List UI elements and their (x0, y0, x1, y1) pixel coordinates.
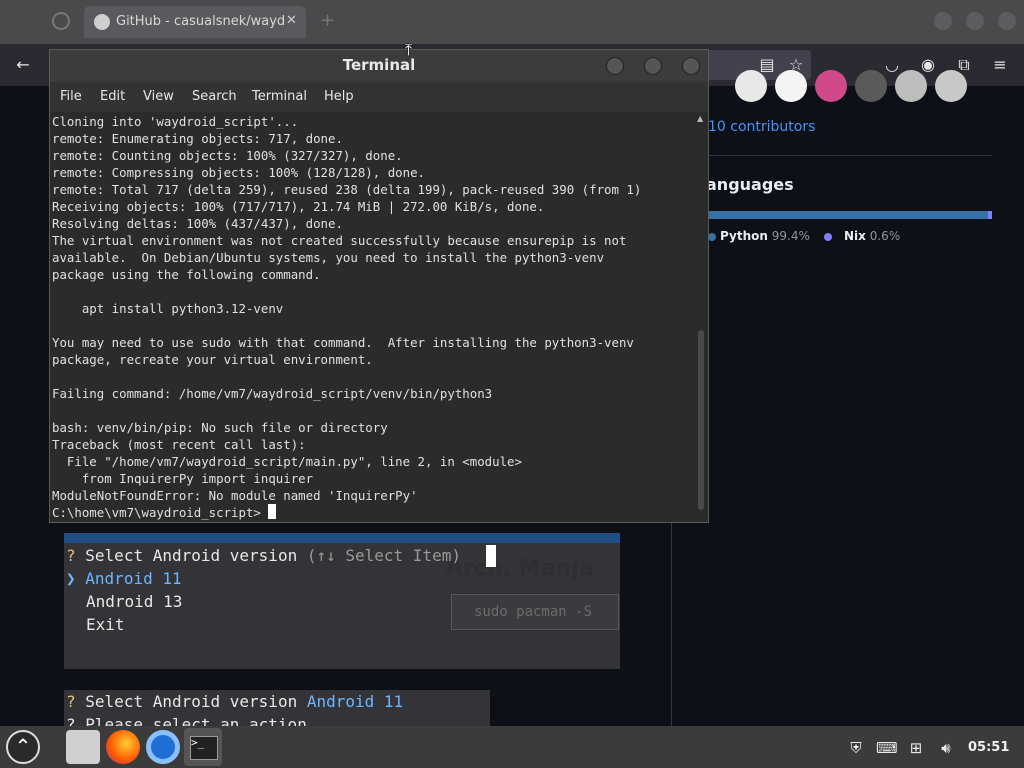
browser-tab-bar: GitHub - casualsnek/waydroid_script ✕ + (0, 0, 1024, 44)
menu-view[interactable]: View (143, 89, 174, 104)
nix-dot-icon (824, 233, 832, 241)
language-bar-python (706, 211, 992, 219)
divider (671, 520, 672, 726)
text-cursor (486, 545, 496, 567)
option-exit[interactable]: Exit (86, 615, 125, 634)
terminal-output-area[interactable]: Cloning into 'waydroid_script'... remote… (50, 112, 694, 522)
mouse-cursor-icon: ⤒ (405, 40, 413, 59)
terminal-close-button[interactable] (682, 57, 700, 75)
terminal-output: Cloning into 'waydroid_script'... remote… (52, 114, 642, 520)
file-manager-icon[interactable] (66, 730, 100, 764)
answered-prompt: ? Select Android version Android 11 (66, 692, 404, 711)
new-tab-icon[interactable]: + (320, 10, 335, 31)
chromium-icon[interactable] (146, 730, 180, 764)
contributors-link[interactable]: 10 contributors (708, 119, 815, 135)
terminal-window[interactable]: Terminal File Edit View Search Terminal … (49, 49, 709, 523)
terminal-menubar: File Edit View Search Terminal Help (50, 82, 708, 112)
tab-github[interactable]: GitHub - casualsnek/waydroid_script ✕ (84, 6, 306, 38)
security-shield-icon[interactable]: ⛨ (846, 739, 866, 757)
language-nix[interactable]: Nix 0.6% (844, 229, 900, 243)
menu-help[interactable]: Help (324, 89, 354, 104)
network-icon[interactable]: ⊞ (906, 739, 926, 757)
menu-icon[interactable]: ≡ (989, 54, 1011, 76)
avatar[interactable] (935, 70, 967, 102)
avatar[interactable] (855, 70, 887, 102)
language-bar-nix (988, 211, 992, 219)
bg-terminal-titlebar (64, 533, 620, 543)
firefox-icon[interactable] (106, 730, 140, 764)
ghost-command-box: sudo pacman -S (451, 594, 619, 630)
terminal-taskbar-button[interactable]: >_ (184, 728, 222, 766)
window-minimize-button[interactable] (934, 12, 952, 30)
ghost-heading: Arch, Manja (446, 556, 594, 581)
divider (690, 155, 992, 156)
languages-heading: anguages (706, 175, 794, 194)
shell-prompt: C:\home\vm7\waydroid_script> (52, 505, 269, 520)
terminal-titlebar[interactable]: Terminal (50, 50, 708, 82)
option-android-11[interactable]: ❯ Android 11 (66, 569, 182, 588)
taskbar: ⌃ >_ (0, 726, 1024, 768)
terminal-minimize-button[interactable] (606, 57, 624, 75)
avatar[interactable] (775, 70, 807, 102)
terminal-maximize-button[interactable] (644, 57, 662, 75)
python-dot-icon (708, 233, 716, 241)
menu-edit[interactable]: Edit (100, 89, 125, 104)
menu-search[interactable]: Search (192, 89, 237, 104)
avatar[interactable] (815, 70, 847, 102)
terminal-cursor (268, 504, 277, 519)
window-close-button[interactable] (998, 12, 1016, 30)
menu-file[interactable]: File (60, 89, 82, 104)
volume-icon[interactable]: 🔊︎ (936, 739, 956, 757)
keyboard-icon[interactable]: ⌨ (876, 739, 898, 757)
language-python[interactable]: Python 99.4% (720, 229, 810, 243)
terminal-scrollbar-thumb[interactable] (698, 330, 704, 510)
action-prompt: ? Please select an action (66, 715, 307, 726)
tab-title: GitHub - casualsnek/waydroid_script (116, 14, 286, 29)
window-maximize-button[interactable] (966, 12, 984, 30)
tab-close-icon[interactable]: ✕ (286, 13, 297, 28)
start-menu-logo[interactable]: ⌃ (6, 730, 40, 764)
back-icon[interactable]: ← (12, 54, 34, 76)
avatar[interactable] (895, 70, 927, 102)
menu-terminal[interactable]: Terminal (252, 89, 307, 104)
scroll-up-icon[interactable]: ▲ (697, 114, 703, 123)
clock[interactable]: 05:51 (968, 740, 1009, 755)
tab-overview-icon[interactable] (52, 12, 70, 30)
pocket-icon[interactable]: ◡ (881, 54, 903, 76)
avatar[interactable] (735, 70, 767, 102)
terminal-icon: >_ (190, 736, 218, 760)
android-version-prompt: ? Select Android version (↑↓ Select Item… (66, 546, 461, 565)
option-android-13[interactable]: Android 13 (86, 592, 182, 611)
github-favicon-icon (94, 14, 110, 30)
